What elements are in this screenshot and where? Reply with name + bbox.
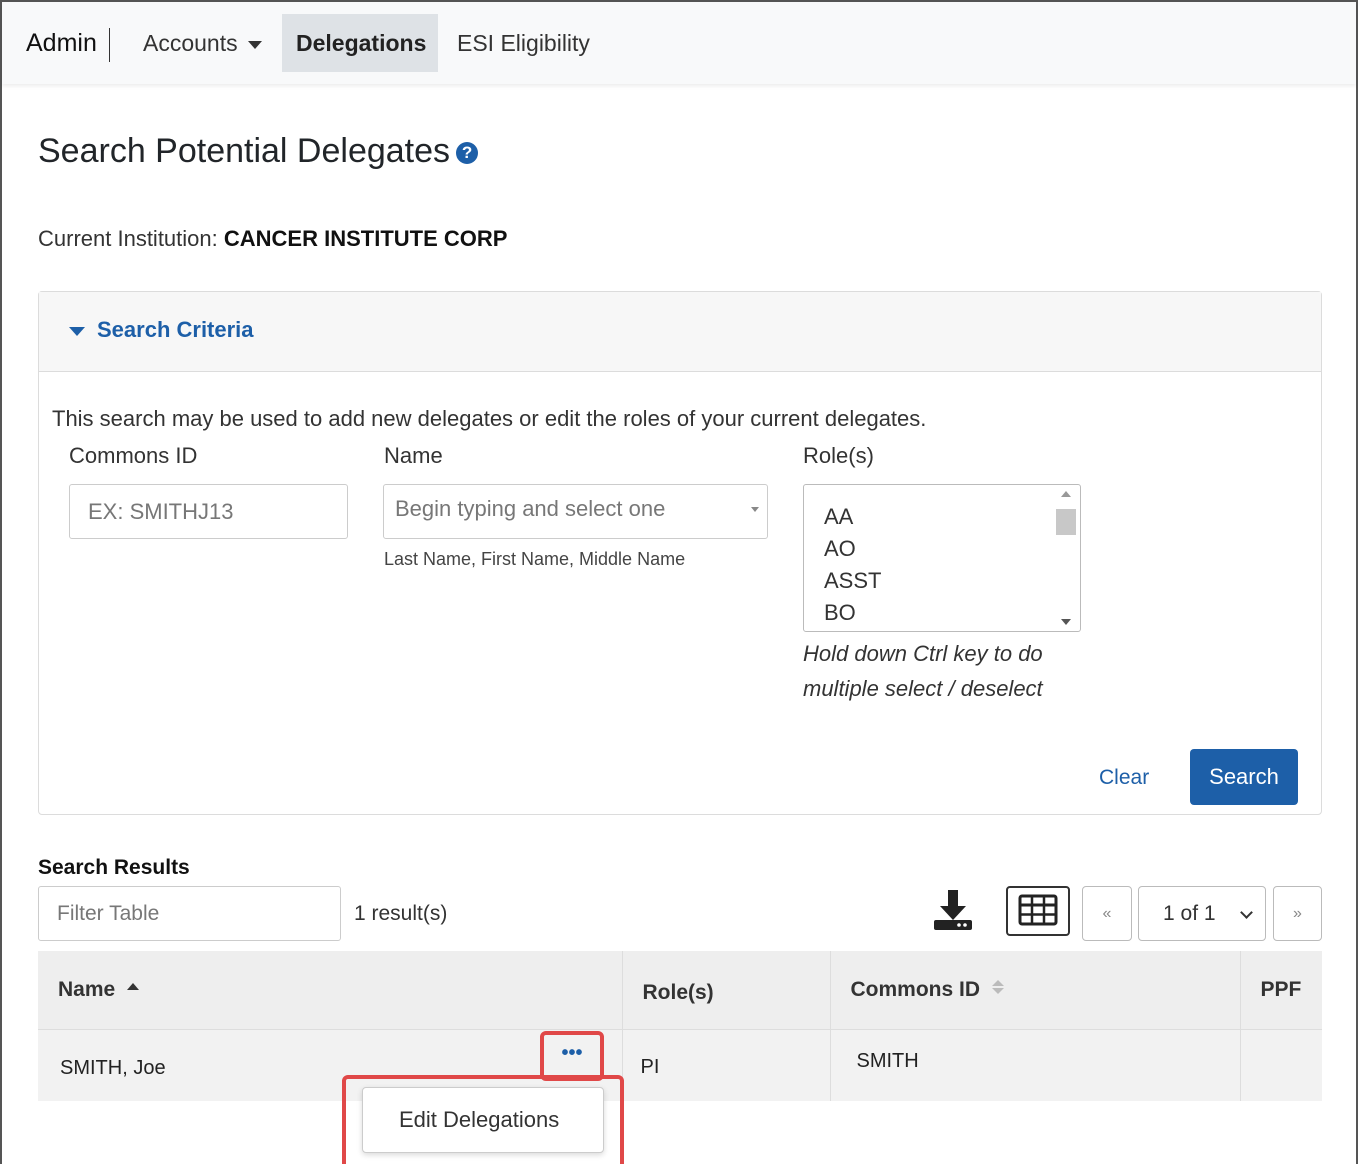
filter-table-input[interactable]: Filter Table [38,886,341,941]
caret-down-icon [69,326,85,336]
page-title-text: Search Potential Delegates [38,132,451,170]
chevron-down-icon [1240,906,1253,919]
sort-icon [992,979,1005,994]
table-row: SMITH, Joe PI SMITH [38,1029,1322,1101]
clear-link[interactable]: Clear [1099,766,1149,790]
name-label: Name [384,443,443,468]
result-count: 1 result(s) [354,902,448,925]
page-select[interactable]: 1 of 1 [1138,886,1266,941]
role-option-asst[interactable]: ASST [824,565,1080,597]
column-header-roles: Role(s) [622,951,831,1030]
table-header-row: Name Role(s) Commons ID PPF [38,951,1322,1030]
roles-scrollbar[interactable] [1056,491,1076,625]
search-criteria-panel: Search Criteria This search may be used … [38,291,1322,815]
column-header-name[interactable]: Name [38,951,623,1030]
current-institution: Current Institution: CANCER INSTITUTE CO… [38,226,507,252]
nav-accounts-label: Accounts [143,30,238,56]
cell-commons-id: SMITH [830,1029,1241,1101]
nav-accounts[interactable]: Accounts [130,14,275,72]
role-option-ao[interactable]: AO [824,533,1080,565]
highlight-edit-delegations [342,1075,624,1164]
sort-ascending-icon [127,982,140,990]
column-header-commons-id-label: Commons ID [850,977,981,1001]
search-button[interactable]: Search [1190,749,1298,805]
search-intro-text: This search may be used to add new deleg… [52,406,927,431]
name-combobox[interactable]: Begin typing and select one [383,484,768,539]
top-navbar: Admin Accounts Delegations ESI Eligibili… [2,2,1356,84]
search-criteria-title: Search Criteria [97,317,254,342]
scroll-thumb[interactable] [1056,509,1076,535]
nav-delegations[interactable]: Delegations [282,14,438,72]
question-circle-icon[interactable]: ? [456,142,479,165]
caret-down-icon [247,40,262,49]
page-title: Search Potential Delegates? [38,132,479,171]
highlight-actions-button [540,1031,604,1081]
download-icon[interactable] [932,888,974,932]
column-header-ppf: PPF [1240,951,1322,1030]
roles-hint: Hold down Ctrl key to do multiple select… [803,641,1043,701]
previous-page-button[interactable]: « [1082,886,1132,941]
cell-ppf [1240,1029,1322,1101]
institution-name: CANCER INSTITUTE CORP [223,226,508,251]
scroll-down-icon[interactable] [1061,619,1071,625]
nav-brand[interactable]: Admin [26,28,110,62]
role-option-aa[interactable]: AA [824,501,1080,533]
name-hint: Last Name, First Name, Middle Name [384,549,686,569]
column-header-name-label: Name [58,977,116,1001]
page-select-value: 1 of 1 [1163,902,1216,925]
cell-roles: PI [622,1029,831,1101]
institution-label: Current Institution: [38,226,218,251]
commons-id-label: Commons ID [69,443,198,468]
roles-multiselect[interactable]: AA AO ASST BO [803,484,1081,632]
commons-id-input[interactable]: EX: SMITHJ13 [69,484,348,539]
caret-down-icon [751,507,759,512]
roles-label: Role(s) [803,443,874,468]
next-page-button[interactable]: » [1273,886,1322,941]
scroll-up-icon[interactable] [1061,491,1071,497]
column-toggle-button[interactable] [1006,886,1070,936]
nav-esi-eligibility[interactable]: ESI Eligibility [444,14,603,72]
search-results-title: Search Results [38,856,190,879]
results-table: Name Role(s) Commons ID PPF SMITH, Joe P… [38,951,1322,1101]
name-combobox-placeholder: Begin typing and select one [395,496,666,521]
table-columns-icon [1018,894,1058,926]
column-header-commons-id[interactable]: Commons ID [830,951,1241,1030]
search-criteria-toggle[interactable]: Search Criteria [39,292,1321,372]
role-option-bo[interactable]: BO [824,597,1080,629]
